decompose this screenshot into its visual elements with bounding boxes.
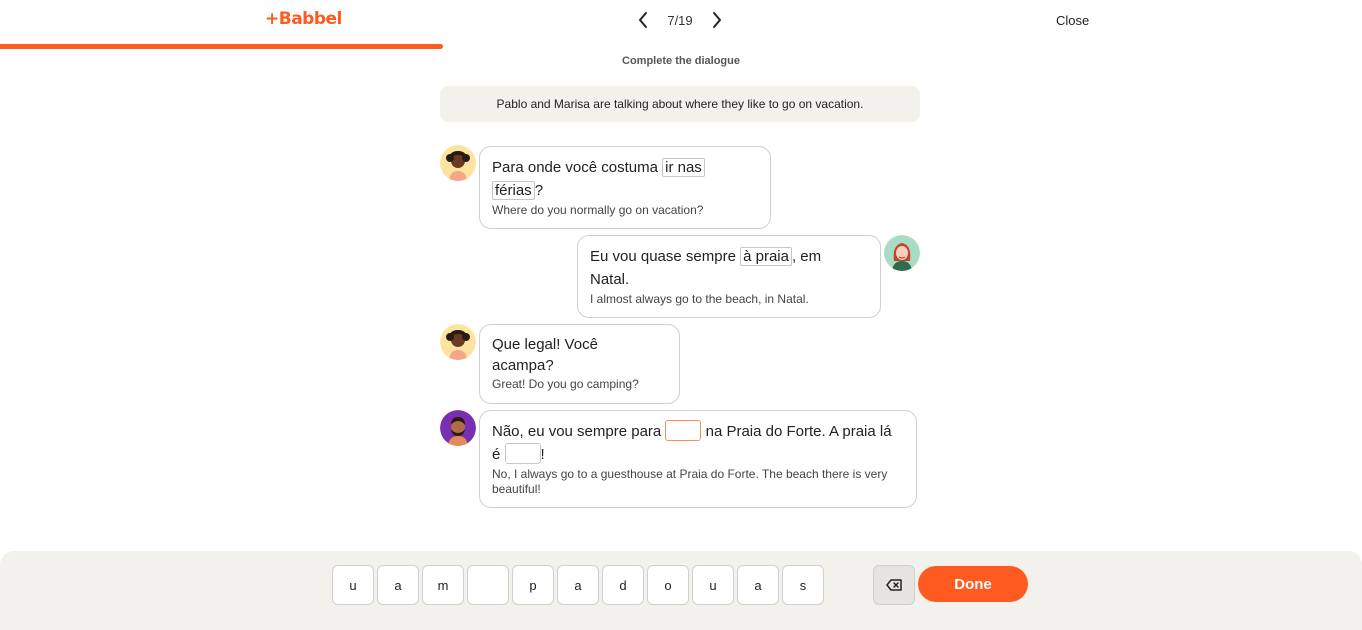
- english-translation: No, I always go to a guesthouse at Praia…: [492, 467, 888, 496]
- message-bubble: Eu vou quase sempre à praia, em Natal. I…: [577, 235, 881, 318]
- portuguese-text: Para onde você costuma ir nas férias?: [492, 156, 758, 202]
- portuguese-text: Que legal! Você acampa?: [492, 336, 598, 374]
- page-counter: 7/19: [667, 12, 693, 28]
- woman-avatar-icon: [440, 145, 476, 181]
- answer-gap-1[interactable]: [665, 420, 702, 441]
- space-key[interactable]: [467, 565, 509, 605]
- letter-key[interactable]: s: [782, 565, 824, 605]
- dialogue-context-text: Pablo and Marisa are talking about where…: [496, 97, 864, 111]
- portuguese-text: Eu vou quase sempre à praia, em Natal.: [590, 245, 860, 291]
- vocab-highlight[interactable]: férias: [492, 181, 535, 200]
- next-page-button[interactable]: [706, 8, 728, 32]
- letter-key[interactable]: o: [647, 565, 689, 605]
- avatar-marisa: [440, 145, 476, 181]
- portuguese-text: Não, eu vou sempre para na Praia do Fort…: [492, 420, 904, 466]
- letter-keyboard-panel: u a m p a d o u a s Done: [0, 551, 1362, 630]
- chevron-left-icon: [639, 12, 647, 28]
- woman-avatar-icon: [440, 324, 476, 360]
- text-segment: Não, eu vou sempre para: [492, 423, 666, 440]
- english-translation: Great! Do you go camping?: [492, 377, 639, 391]
- dialogue-context: Pablo and Marisa are talking about where…: [440, 86, 920, 122]
- letter-key[interactable]: a: [737, 565, 779, 605]
- avatar-pablo-partner: [884, 235, 920, 271]
- progress-fill: [0, 44, 444, 49]
- letter-key[interactable]: m: [422, 565, 464, 605]
- text-segment: ?: [534, 182, 544, 199]
- letter-key[interactable]: p: [512, 565, 554, 605]
- babbel-logo[interactable]: +Babbel: [265, 9, 342, 29]
- english-translation: Where do you normally go on vacation?: [492, 203, 704, 217]
- message-bubble: Não, eu vou sempre para na Praia do Fort…: [479, 410, 917, 508]
- man-beard-avatar-icon: [440, 410, 476, 446]
- done-button[interactable]: Done: [918, 566, 1028, 602]
- letter-key[interactable]: u: [332, 565, 374, 605]
- backspace-icon: [886, 579, 902, 591]
- text-segment: Para onde você costuma: [492, 159, 663, 176]
- page-navigation: 7/19: [632, 8, 728, 32]
- avatar-marisa: [440, 324, 476, 360]
- woman-red-hair-avatar-icon: [884, 235, 920, 271]
- chevron-right-icon: [713, 12, 721, 28]
- header: +Babbel 7/19 Close: [0, 0, 1362, 49]
- close-button[interactable]: Close: [1056, 13, 1089, 28]
- message-bubble: Para onde você costuma ir nas férias? Whe…: [479, 146, 771, 229]
- letter-key[interactable]: a: [557, 565, 599, 605]
- message-bubble: Que legal! Você acampa? Great! Do you go…: [479, 324, 680, 404]
- text-segment: !: [540, 446, 545, 463]
- text-segment: Eu vou quase sempre: [590, 248, 741, 265]
- vocab-highlight[interactable]: à praia: [740, 247, 792, 266]
- exercise-instruction: Complete the dialogue: [622, 55, 740, 67]
- previous-page-button[interactable]: [632, 8, 654, 32]
- avatar-pablo: [440, 410, 476, 446]
- letter-key[interactable]: a: [377, 565, 419, 605]
- letter-key[interactable]: d: [602, 565, 644, 605]
- vocab-highlight[interactable]: ir nas: [662, 158, 705, 177]
- letter-key[interactable]: u: [692, 565, 734, 605]
- answer-gap-2[interactable]: [504, 443, 541, 464]
- english-translation: I almost always go to the beach, in Nata…: [590, 292, 809, 306]
- backspace-button[interactable]: [873, 565, 915, 605]
- progress-bar: [0, 44, 1362, 49]
